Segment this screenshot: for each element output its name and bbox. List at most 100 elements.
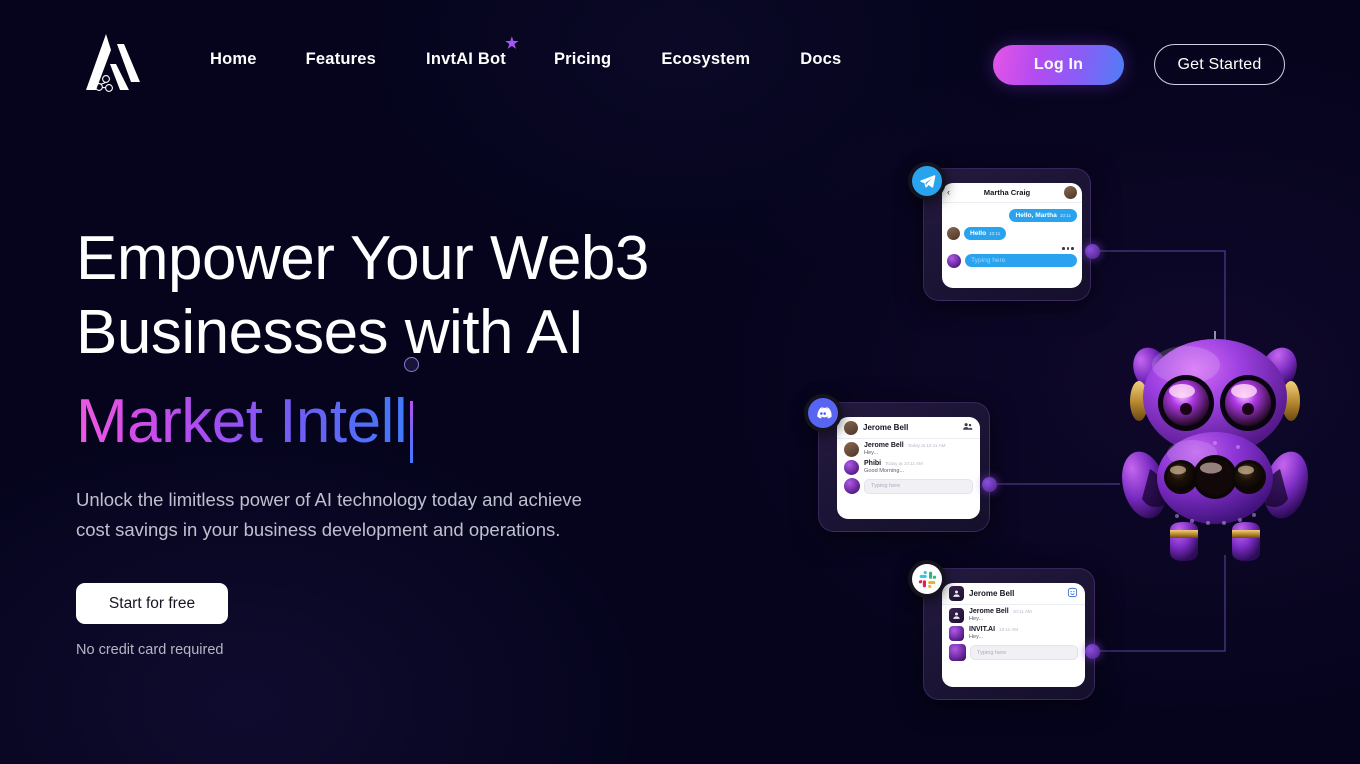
slack-input-field[interactable]: Typing here bbox=[970, 645, 1078, 660]
message-author: Jerome Bell bbox=[864, 442, 904, 449]
connector-node-discord bbox=[982, 477, 997, 492]
nav-item-ecosystem[interactable]: Ecosystem bbox=[661, 50, 750, 69]
avatar bbox=[949, 586, 964, 601]
start-for-free-button[interactable]: Start for free bbox=[76, 583, 228, 624]
header-actions: Log In Get Started bbox=[993, 44, 1285, 85]
headline-line-2: Businesses with AI bbox=[76, 298, 584, 367]
site-header: Home Features InvtAI Bot ★ Pricing Ecosy… bbox=[0, 0, 1360, 128]
slack-message-2: INVIT.AI 10:11 AM Hey... bbox=[942, 623, 1085, 641]
nav-label: Docs bbox=[800, 50, 842, 68]
no-credit-card-note: No credit card required bbox=[76, 642, 224, 658]
headline-gradient-text: Market Intell bbox=[76, 387, 408, 456]
emoji-reaction-icon[interactable] bbox=[1067, 585, 1078, 603]
connector-node-slack bbox=[1085, 644, 1100, 659]
nav-item-docs[interactable]: Docs bbox=[800, 50, 841, 69]
logo-mark-icon bbox=[86, 34, 140, 92]
telegram-message-outgoing: Hello, Martha 10:11 bbox=[942, 209, 1082, 222]
main-navigation: Home Features InvtAI Bot ★ Pricing Ecosy… bbox=[210, 36, 841, 69]
telegram-icon bbox=[912, 166, 942, 196]
bot-avatar bbox=[949, 644, 966, 661]
discord-message-1: Jerome Bell Today at 10:11 AM Hey... bbox=[837, 439, 980, 457]
nav-label: Ecosystem bbox=[661, 50, 751, 68]
phibi-robot-mascot bbox=[1120, 325, 1310, 570]
slack-chat-panel: Jerome Bell Jerome Bell 10:11 AM Hey... … bbox=[942, 583, 1085, 687]
robot-illustration-icon bbox=[1122, 331, 1308, 561]
nav-label: InvtAI Bot bbox=[426, 50, 506, 68]
telegram-input-row: Typing here bbox=[942, 253, 1082, 268]
nav-label: Pricing bbox=[553, 50, 612, 68]
headline-line-2-wrap: Businesses with AI bbox=[76, 296, 716, 370]
message-time: 10:11 bbox=[989, 231, 1001, 236]
telegram-input-field[interactable]: Typing here bbox=[965, 254, 1077, 268]
nav-item-invtai-bot[interactable]: InvtAI Bot ★ bbox=[426, 36, 519, 69]
avatar bbox=[844, 420, 858, 435]
bot-avatar bbox=[949, 626, 964, 641]
nav-label: Home bbox=[210, 50, 257, 68]
discord-icon bbox=[808, 398, 838, 428]
avatar bbox=[949, 608, 964, 623]
slack-logo-badge bbox=[908, 560, 946, 598]
avatar bbox=[947, 227, 960, 240]
discord-logo-badge bbox=[804, 394, 842, 432]
message-bubble: Hello 10:11 bbox=[964, 227, 1007, 240]
hero-subtext: Unlock the limitless power of AI technol… bbox=[76, 489, 582, 540]
nav-item-home[interactable]: Home bbox=[210, 50, 257, 69]
log-in-button[interactable]: Log In bbox=[993, 44, 1124, 85]
nav-item-features[interactable]: Features bbox=[306, 50, 376, 69]
connector-node-telegram bbox=[1085, 244, 1100, 259]
bot-avatar bbox=[844, 478, 860, 494]
landing-page: Home Features InvtAI Bot ★ Pricing Ecosy… bbox=[0, 0, 1360, 764]
bot-avatar bbox=[844, 460, 859, 475]
slack-chat-header: Jerome Bell bbox=[942, 583, 1085, 605]
slack-message-1: Jerome Bell 10:11 AM Hey... bbox=[942, 605, 1085, 623]
discord-chat-card: Jerome Bell Jerome Bell Today at 10:11 A bbox=[818, 402, 990, 532]
slack-channel-name: Jerome Bell bbox=[969, 589, 1015, 598]
discord-input-row: Typing here bbox=[837, 475, 980, 494]
invtai-logo[interactable] bbox=[84, 32, 144, 96]
telegram-chat-header: ‹ Martha Craig bbox=[942, 183, 1082, 203]
message-time: 10:11 bbox=[1059, 213, 1071, 218]
message-time: 10:11 AM bbox=[1012, 609, 1032, 614]
bot-avatar bbox=[947, 253, 961, 268]
message-text: Good Morning... bbox=[864, 468, 905, 474]
message-author: Phibi bbox=[864, 460, 882, 467]
telegram-chat-panel: ‹ Martha Craig Hello, Martha 10:11 Hello… bbox=[942, 183, 1082, 288]
discord-chat-panel: Jerome Bell Jerome Bell Today at 10:11 A bbox=[837, 417, 980, 519]
hero-illustration: ‹ Martha Craig Hello, Martha 10:11 Hello… bbox=[790, 140, 1350, 740]
message-author: Jerome Bell bbox=[969, 608, 1009, 615]
message-time: Today at 10:11 AM bbox=[907, 443, 946, 448]
hero-content: Empower Your Web3 Businesses with AI Mar… bbox=[76, 222, 716, 658]
animated-headline: Market Intell bbox=[76, 357, 420, 463]
message-time: 10:11 AM bbox=[999, 627, 1019, 632]
message-text: Hey... bbox=[969, 616, 984, 622]
message-text: Hey... bbox=[864, 450, 879, 456]
avatar bbox=[1064, 186, 1077, 199]
message-bubble: Hello, Martha 10:11 bbox=[1009, 209, 1077, 222]
telegram-logo-badge bbox=[908, 162, 946, 200]
typing-caret bbox=[410, 401, 414, 463]
nav-item-pricing[interactable]: Pricing bbox=[554, 50, 611, 69]
message-author: INVIT.AI bbox=[969, 626, 996, 633]
discord-glyph-icon bbox=[817, 407, 832, 419]
avatar bbox=[844, 442, 859, 457]
star-badge-icon: ★ bbox=[505, 35, 519, 52]
members-icon[interactable] bbox=[962, 419, 973, 437]
page-title: Empower Your Web3 bbox=[76, 222, 716, 296]
telegram-contact-name: Martha Craig bbox=[983, 188, 1031, 197]
slack-input-row: Typing here bbox=[942, 641, 1085, 661]
typing-dots-icon bbox=[942, 247, 1082, 250]
slack-glyph-icon bbox=[918, 570, 936, 588]
telegram-message-incoming: Hello 10:11 bbox=[942, 227, 1082, 240]
message-text: Hey... bbox=[969, 634, 984, 640]
message-text: Hello bbox=[970, 230, 987, 237]
message-time: Today at 10:11 AM bbox=[885, 461, 923, 466]
slack-chat-card: Jerome Bell Jerome Bell 10:11 AM Hey... … bbox=[923, 568, 1095, 700]
telegram-chat-card: ‹ Martha Craig Hello, Martha 10:11 Hello… bbox=[923, 168, 1091, 301]
headline-line-1: Empower Your Web3 bbox=[76, 224, 649, 293]
get-started-button[interactable]: Get Started bbox=[1154, 44, 1285, 85]
discord-message-2: Phibi Today at 10:11 AM Good Morning... bbox=[837, 457, 980, 475]
discord-input-field[interactable]: Typing here bbox=[864, 478, 973, 494]
discord-channel-name: Jerome Bell bbox=[863, 423, 909, 432]
discord-chat-header: Jerome Bell bbox=[837, 417, 980, 439]
slack-icon bbox=[912, 564, 942, 594]
